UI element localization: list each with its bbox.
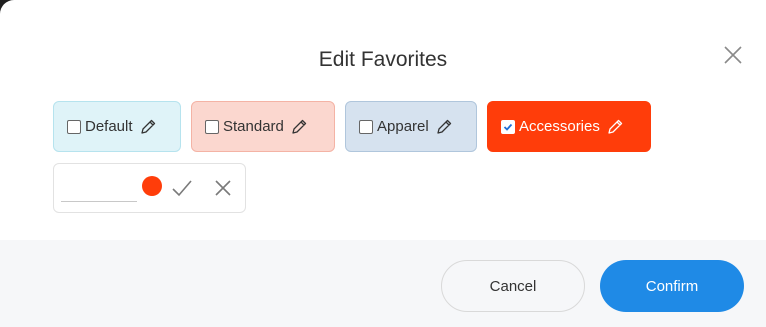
tag-apparel-label: Apparel	[377, 118, 429, 135]
tag-default[interactable]: Default	[53, 101, 181, 152]
pencil-icon[interactable]	[606, 118, 624, 136]
tag-name-input[interactable]	[61, 177, 137, 202]
tag-accessories[interactable]: Accessories	[487, 101, 651, 152]
edit-favorites-dialog: Edit Favorites Default Standard Apparel …	[0, 0, 766, 327]
pencil-icon[interactable]	[435, 118, 453, 136]
color-picker-dot[interactable]	[142, 176, 162, 196]
cancel-button[interactable]: Cancel	[441, 260, 585, 312]
confirm-button[interactable]: Confirm	[600, 260, 744, 312]
tag-apparel[interactable]: Apparel	[345, 101, 477, 152]
check-icon[interactable]	[170, 176, 194, 200]
tag-editor	[53, 163, 246, 213]
pencil-icon[interactable]	[290, 118, 308, 136]
close-icon[interactable]	[212, 177, 234, 199]
tag-default-label: Default	[85, 118, 133, 135]
tag-standard[interactable]: Standard	[191, 101, 335, 152]
pencil-icon[interactable]	[139, 118, 157, 136]
close-icon[interactable]	[722, 44, 744, 66]
dialog-footer: Cancel Confirm	[0, 240, 766, 327]
check-icon	[503, 123, 513, 131]
tag-apparel-checkbox[interactable]	[359, 119, 373, 134]
tag-default-checkbox[interactable]	[67, 119, 81, 134]
tag-accessories-label: Accessories	[519, 118, 600, 135]
tag-standard-label: Standard	[223, 118, 284, 135]
tag-accessories-checkbox[interactable]	[501, 119, 515, 134]
dialog-title: Edit Favorites	[318, 48, 448, 71]
tag-standard-checkbox[interactable]	[205, 119, 219, 134]
